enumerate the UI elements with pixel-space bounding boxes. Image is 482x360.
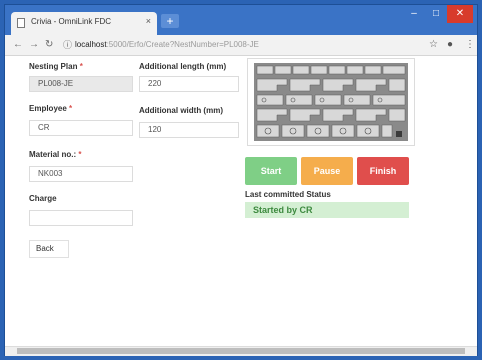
finish-button[interactable]: Finish (357, 157, 409, 185)
bookmark-star-icon[interactable]: ☆ (429, 38, 438, 52)
additional-width-field[interactable]: 120 (139, 122, 239, 138)
page-content: Nesting Plan * PL008-JE Employee * CR Ma… (5, 56, 477, 346)
additional-length-label: Additional length (mm) (139, 62, 227, 71)
scrollbar-thumb[interactable] (17, 348, 465, 354)
nesting-layout-image (254, 63, 408, 141)
material-no-label: Material no.: * (29, 150, 82, 159)
url-host: localhost (75, 40, 107, 49)
additional-width-label: Additional width (mm) (139, 106, 223, 115)
browser-toolbar: ← → ↻ ⓘ localhost:5000/Erfo/Create?NestN… (5, 35, 477, 56)
browser-tab[interactable]: Crivia - OmniLink FDC × (11, 12, 157, 35)
profile-icon[interactable]: ● (447, 38, 453, 52)
employee-field[interactable]: CR (29, 120, 133, 136)
title-bar: Crivia - OmniLink FDC × + – □ ✕ (5, 5, 477, 35)
employee-label: Employee * (29, 104, 73, 113)
charge-label: Charge (29, 194, 57, 203)
forward-arrow-icon[interactable]: → (29, 38, 39, 52)
page-icon (17, 18, 25, 28)
minimize-button[interactable]: – (403, 5, 425, 23)
browser-window: Crivia - OmniLink FDC × + – □ ✕ ← → ↻ ⓘ … (4, 4, 478, 356)
back-arrow-icon[interactable]: ← (13, 38, 23, 52)
back-button[interactable]: Back (29, 240, 69, 258)
material-no-field[interactable]: NK003 (29, 166, 133, 182)
start-button[interactable]: Start (245, 157, 297, 185)
nesting-plan-field: PL008-JE (29, 76, 133, 92)
pause-button[interactable]: Pause (301, 157, 353, 185)
maximize-button[interactable]: □ (425, 5, 447, 23)
url-path: :5000/Erfo/Create?NestNumber=PL008-JE (106, 40, 259, 49)
charge-field[interactable] (29, 210, 133, 226)
menu-icon[interactable]: ⋮ (465, 38, 475, 52)
status-badge: Started by CR (245, 202, 409, 218)
nesting-plan-preview (247, 58, 415, 146)
reload-icon[interactable]: ↻ (45, 38, 53, 52)
last-status-label: Last committed Status (245, 190, 331, 199)
address-bar[interactable]: localhost:5000/Erfo/Create?NestNumber=PL… (75, 38, 415, 52)
tab-title: Crivia - OmniLink FDC (31, 17, 112, 26)
nesting-plan-label: Nesting Plan * (29, 62, 83, 71)
close-window-button[interactable]: ✕ (447, 5, 473, 23)
new-tab-button[interactable]: + (161, 14, 179, 28)
tab-close-icon[interactable]: × (146, 16, 151, 26)
horizontal-scrollbar[interactable] (5, 346, 477, 356)
info-icon[interactable]: ⓘ (63, 38, 72, 52)
window-controls: – □ ✕ (403, 5, 473, 25)
additional-length-field[interactable]: 220 (139, 76, 239, 92)
